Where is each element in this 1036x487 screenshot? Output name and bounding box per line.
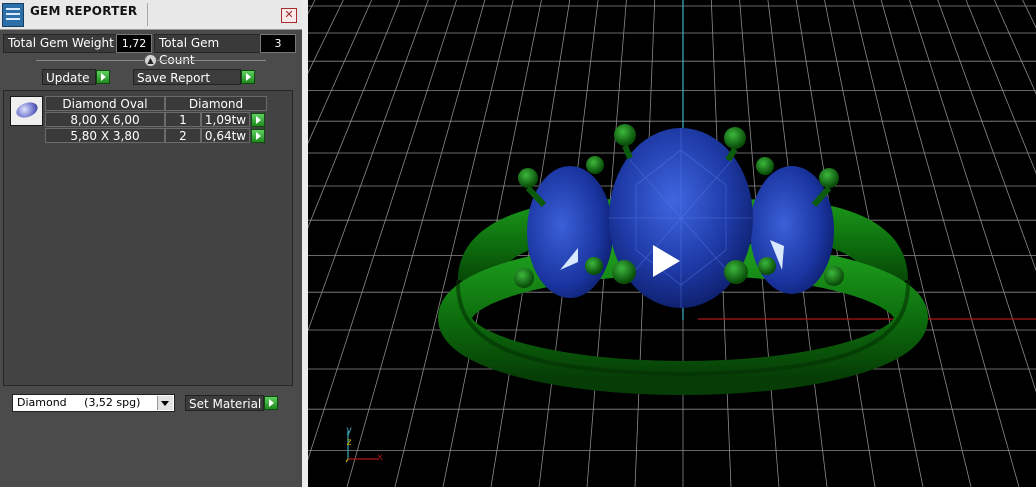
gem-material-header: Diamond xyxy=(165,96,267,111)
close-icon[interactable]: ✕ xyxy=(281,8,297,23)
row-arrow-icon[interactable] xyxy=(251,113,265,127)
total-gem-count-value: 3 xyxy=(260,34,296,53)
slider-knob-icon[interactable]: ▲ xyxy=(144,54,157,67)
set-material-button[interactable]: Set Material xyxy=(185,395,264,411)
material-selected-value: Diamond (3,52 spg) xyxy=(17,396,141,409)
z-axis-label: z xyxy=(346,437,353,448)
gem-oval-icon xyxy=(10,96,43,126)
update-arrow-icon[interactable] xyxy=(96,70,110,84)
save-report-arrow-icon[interactable] xyxy=(241,70,255,84)
gem-count-cell: 1 xyxy=(165,112,201,127)
material-select[interactable]: Diamond (3,52 spg) xyxy=(12,394,175,412)
gem-size-cell: 5,80 X 3,80 xyxy=(45,128,165,143)
gem-shape-header: Diamond Oval xyxy=(45,96,165,111)
title-separator xyxy=(147,3,148,26)
total-gem-weight-value: 1,72 xyxy=(116,34,152,53)
save-report-button[interactable]: Save Report xyxy=(133,69,241,85)
ring-scene xyxy=(308,0,1036,487)
left-gem xyxy=(527,166,613,298)
gem-count-cell: 2 xyxy=(165,128,201,143)
3d-viewport[interactable]: y z x xyxy=(308,0,1036,487)
title-bar: GEM REPORTER ✕ xyxy=(0,0,302,30)
gem-weight-cell: 1,09tw xyxy=(201,112,250,127)
gem-reporter-panel: GEM REPORTER ✕ Total Gem Weight 1,72 Tot… xyxy=(0,0,302,487)
row-arrow-icon[interactable] xyxy=(251,129,265,143)
set-material-arrow-icon[interactable] xyxy=(264,396,278,410)
window-title: GEM REPORTER xyxy=(30,4,138,18)
right-gem xyxy=(750,166,834,294)
total-gem-count-label: Total Gem Count xyxy=(154,34,262,67)
total-gem-weight-label: Total Gem Weight xyxy=(3,34,119,53)
update-button[interactable]: Update xyxy=(42,69,96,85)
y-axis-label: y xyxy=(346,425,353,436)
gem-weight-cell: 0,64tw xyxy=(201,128,250,143)
app-icon xyxy=(2,3,24,27)
x-axis-label: x xyxy=(377,452,384,463)
chevron-down-icon[interactable] xyxy=(157,396,173,410)
ring-gems xyxy=(527,128,834,308)
axis-triad-icon: y z x xyxy=(344,425,404,465)
gem-size-cell: 8,00 X 6,00 xyxy=(45,112,165,127)
